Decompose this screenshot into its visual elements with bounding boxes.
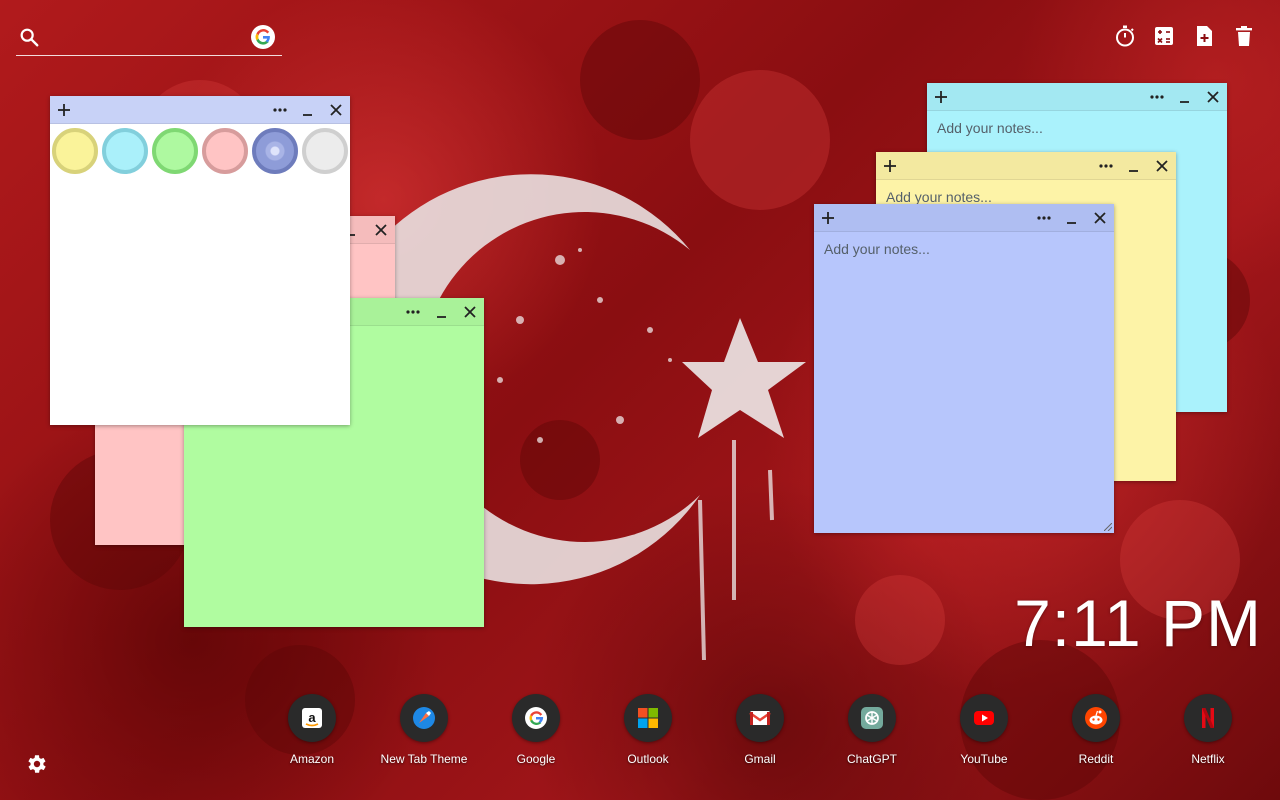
note-header[interactable] (814, 204, 1114, 232)
shortcut-amazon[interactable]: a Amazon (262, 694, 362, 766)
new-tab-theme-icon[interactable] (400, 694, 448, 742)
minimize-icon[interactable] (298, 100, 318, 120)
shortcut-reddit[interactable]: Reddit (1046, 694, 1146, 766)
note-header[interactable] (50, 96, 350, 124)
google-icon[interactable] (512, 694, 560, 742)
color-swatch-yellow[interactable] (52, 128, 98, 174)
more-options-icon[interactable] (403, 302, 423, 322)
close-icon[interactable] (1090, 208, 1110, 228)
note-text-area[interactable]: Add your notes... (814, 232, 1114, 533)
shortcut-label: Netflix (1191, 752, 1225, 766)
minimize-icon[interactable] (432, 302, 452, 322)
shortcut-label: Amazon (289, 752, 335, 766)
minimize-icon[interactable] (1062, 208, 1082, 228)
add-note-plus-icon[interactable] (880, 156, 900, 176)
gmail-icon[interactable] (736, 694, 784, 742)
shortcut-netflix[interactable]: Netflix (1158, 694, 1258, 766)
shortcut-label: Gmail (744, 752, 776, 766)
youtube-icon[interactable] (960, 694, 1008, 742)
shortcut-chatgpt[interactable]: ChatGPT (822, 694, 922, 766)
color-swatch-white[interactable] (302, 128, 348, 174)
color-swatch-green[interactable] (152, 128, 198, 174)
minimize-icon[interactable] (1124, 156, 1144, 176)
more-options-icon[interactable] (1034, 208, 1054, 228)
more-options-icon[interactable] (1147, 87, 1167, 107)
outlook-icon[interactable] (624, 694, 672, 742)
shortcut-label: Outlook (627, 752, 669, 766)
note-header[interactable] (927, 83, 1227, 111)
resize-handle-icon[interactable] (1104, 523, 1112, 531)
trash-icon[interactable] (1232, 24, 1256, 48)
more-options-icon[interactable] (1096, 156, 1116, 176)
stopwatch-icon[interactable] (1113, 24, 1137, 48)
chatgpt-icon[interactable] (848, 694, 896, 742)
search-bar (16, 22, 282, 56)
shortcut-label: New Tab Theme (380, 752, 468, 766)
add-note-icon[interactable] (1192, 24, 1216, 48)
shortcut-label: ChatGPT (846, 752, 897, 766)
add-note-plus-icon[interactable] (54, 100, 74, 120)
color-swatch-pink[interactable] (202, 128, 248, 174)
more-options-icon[interactable] (270, 100, 290, 120)
amazon-icon[interactable]: a (288, 694, 336, 742)
note-text-area[interactable] (50, 124, 350, 425)
shortcut-label: Google (516, 752, 556, 766)
search-icon[interactable] (18, 26, 40, 48)
minimize-icon[interactable] (1175, 87, 1195, 107)
close-icon[interactable] (460, 302, 480, 322)
note-header[interactable] (876, 152, 1176, 180)
close-icon[interactable] (1152, 156, 1172, 176)
shortcut-google[interactable]: Google (486, 694, 586, 766)
gear-icon[interactable] (24, 752, 48, 776)
shortcut-youtube[interactable]: YouTube (934, 694, 1034, 766)
shortcut-label: YouTube (960, 752, 1008, 766)
shortcut-label: Reddit (1078, 752, 1114, 766)
shortcut-outlook[interactable]: Outlook (598, 694, 698, 766)
clock-time: 7:11 PM (1014, 586, 1262, 660)
close-icon[interactable] (371, 220, 391, 240)
google-icon[interactable] (251, 25, 275, 49)
color-swatch-cyan[interactable] (102, 128, 148, 174)
color-swatch-blue[interactable] (252, 128, 298, 174)
reddit-icon[interactable] (1072, 694, 1120, 742)
star-shape (682, 318, 806, 438)
close-icon[interactable] (1203, 87, 1223, 107)
netflix-icon[interactable] (1184, 694, 1232, 742)
calculator-icon[interactable] (1152, 24, 1176, 48)
sticky-note-blue[interactable]: Add your notes... (814, 204, 1114, 533)
search-input[interactable] (50, 24, 240, 50)
add-note-plus-icon[interactable] (818, 208, 838, 228)
add-note-plus-icon[interactable] (931, 87, 951, 107)
shortcut-new-tab-theme[interactable]: New Tab Theme (374, 694, 474, 766)
close-icon[interactable] (326, 100, 346, 120)
svg-text:a: a (308, 710, 316, 725)
shortcut-gmail[interactable]: Gmail (710, 694, 810, 766)
